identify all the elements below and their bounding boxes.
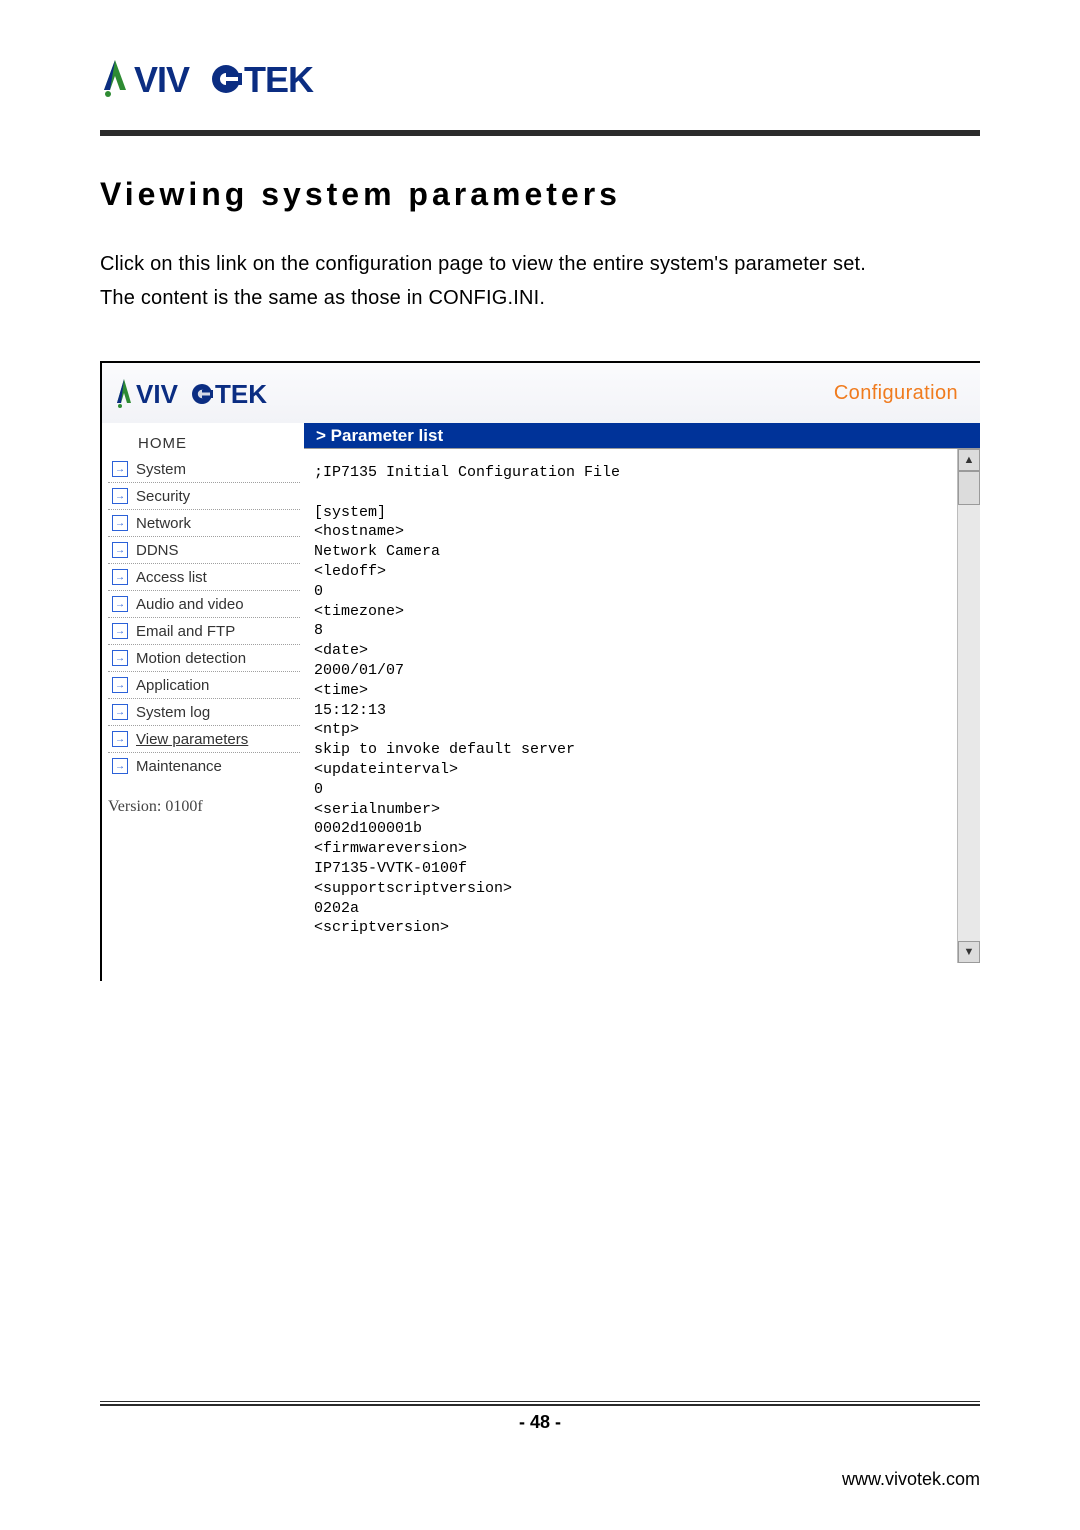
nav-item-label: Motion detection (136, 650, 246, 667)
scroll-track[interactable] (958, 505, 980, 941)
nav-item-motion-detection[interactable]: → Motion detection (108, 645, 300, 672)
nav-item-label: System (136, 461, 186, 478)
nav-item-system-log[interactable]: → System log (108, 699, 300, 726)
svg-text:TEK: TEK (215, 379, 267, 409)
arrow-right-icon: → (112, 623, 128, 639)
svg-text:TEK: TEK (244, 59, 314, 100)
nav-item-security[interactable]: → Security (108, 483, 300, 510)
nav-item-ddns[interactable]: → DDNS (108, 537, 300, 564)
version-label: Version: 0100f (108, 798, 300, 816)
nav-item-maintenance[interactable]: → Maintenance (108, 753, 300, 780)
nav-item-label: DDNS (136, 542, 179, 559)
desc-line-2: The content is the same as those in CONF… (100, 287, 545, 309)
arrow-right-icon: → (112, 596, 128, 612)
scroll-down-icon[interactable]: ▼ (958, 941, 980, 963)
nav-item-label: Audio and video (136, 596, 244, 613)
section-title: Viewing system parameters (100, 176, 980, 213)
nav-item-label: View parameters (136, 731, 248, 748)
nav-home-link[interactable]: HOME (108, 433, 300, 454)
brand-logo: VIV TEK (100, 50, 980, 106)
nav-item-label: Network (136, 515, 191, 532)
panel-title: > Parameter list (304, 423, 980, 448)
nav-item-system[interactable]: → System (108, 456, 300, 483)
configuration-link[interactable]: Configuration (834, 382, 958, 405)
arrow-right-icon: → (112, 704, 128, 720)
config-screenshot: VIV TEK Configuration HOME → System → Secu… (100, 361, 980, 981)
nav-item-view-parameters[interactable]: → View parameters (108, 726, 300, 753)
arrow-right-icon: → (112, 569, 128, 585)
nav-item-application[interactable]: → Application (108, 672, 300, 699)
header-divider (100, 130, 980, 136)
screenshot-brand-logo: VIV TEK (114, 373, 280, 413)
arrow-right-icon: → (112, 515, 128, 531)
footer-url: www.vivotek.com (100, 1469, 980, 1490)
parameter-text: ;IP7135 Initial Configuration File [syst… (304, 449, 957, 963)
arrow-right-icon: → (112, 731, 128, 747)
svg-text:VIV: VIV (136, 379, 179, 409)
page-number: - 48 - (100, 1412, 980, 1433)
section-description: Click on this link on the configuration … (100, 247, 980, 315)
nav-sidebar: HOME → System → Security → Network → DDNS → A… (102, 423, 304, 963)
nav-item-label: Email and FTP (136, 623, 235, 640)
arrow-right-icon: → (112, 677, 128, 693)
nav-item-label: System log (136, 704, 210, 721)
footer-divider (100, 1401, 980, 1406)
nav-item-audio-video[interactable]: → Audio and video (108, 591, 300, 618)
svg-text:VIV: VIV (134, 59, 190, 100)
scroll-thumb[interactable] (958, 471, 980, 505)
nav-item-label: Maintenance (136, 758, 222, 775)
arrow-right-icon: → (112, 488, 128, 504)
nav-item-label: Access list (136, 569, 207, 586)
nav-item-network[interactable]: → Network (108, 510, 300, 537)
nav-item-email-ftp[interactable]: → Email and FTP (108, 618, 300, 645)
arrow-right-icon: → (112, 758, 128, 774)
desc-line-1: Click on this link on the configuration … (100, 253, 866, 275)
scroll-up-icon[interactable]: ▲ (958, 449, 980, 471)
arrow-right-icon: → (112, 650, 128, 666)
nav-item-label: Application (136, 677, 209, 694)
arrow-right-icon: → (112, 461, 128, 477)
arrow-right-icon: → (112, 542, 128, 558)
nav-item-label: Security (136, 488, 190, 505)
scrollbar[interactable]: ▲ ▼ (957, 449, 980, 963)
nav-item-access-list[interactable]: → Access list (108, 564, 300, 591)
